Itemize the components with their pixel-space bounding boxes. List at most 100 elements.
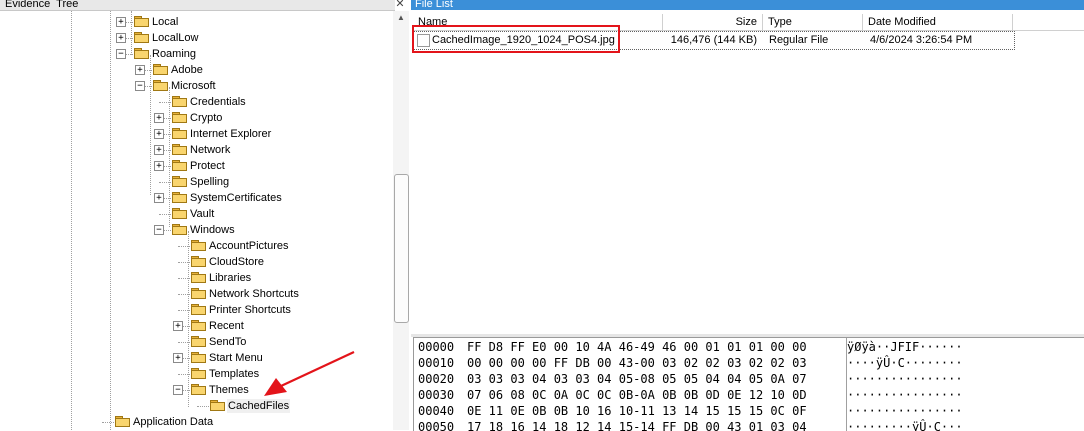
collapse-icon[interactable]: − xyxy=(173,385,183,395)
tree-scrollbar-thumb[interactable] xyxy=(394,174,409,323)
tree-scrollbar[interactable]: ▲ xyxy=(393,11,409,430)
expand-icon[interactable]: + xyxy=(116,17,126,27)
tree-node-label: Themes xyxy=(209,384,249,396)
expand-icon[interactable]: + xyxy=(154,193,164,203)
hex-offset: 00050 xyxy=(418,420,455,431)
tree-node-cachedfiles[interactable]: CachedFiles xyxy=(197,398,411,414)
hex-bytes: 00 00 00 00 FF DB 00 43-00 03 02 02 03 0… xyxy=(467,356,807,370)
folder-icon xyxy=(191,288,206,299)
tree-node-protect[interactable]: + Protect xyxy=(154,158,411,174)
tree-node-systemcertificates[interactable]: + SystemCertificates xyxy=(154,190,411,206)
tree-node-label: Adobe xyxy=(171,64,203,76)
folder-icon xyxy=(172,176,187,187)
hex-bytes: 03 03 03 04 03 03 04 05-08 05 05 04 04 0… xyxy=(467,372,807,386)
hex-row[interactable]: 00050 17 18 16 14 18 12 14 15-14 FF DB 00… xyxy=(414,419,1084,431)
hex-row[interactable]: 00040 0E 11 0E 0B 0B 10 16 10-11 13 14 15… xyxy=(414,403,1084,419)
tree-connector xyxy=(178,294,190,295)
tree-node-label: Crypto xyxy=(190,112,223,124)
evidence-tree-pane: Evidence Tree ✕ + Local + LocalLow − Roaming +… xyxy=(0,0,411,430)
tree-node-label: Printer Shortcuts xyxy=(209,304,291,316)
folder-icon xyxy=(134,48,149,59)
tree-node-crypto[interactable]: + Crypto xyxy=(154,110,411,126)
expand-icon[interactable]: + xyxy=(154,161,164,171)
folder-icon xyxy=(191,320,206,331)
column-header-date-modified[interactable]: Date Modified xyxy=(863,14,1013,30)
folder-icon xyxy=(172,128,187,139)
tree-node-label: AccountPictures xyxy=(209,240,289,252)
hex-row[interactable]: 00020 03 03 03 04 03 03 04 05-08 05 05 04… xyxy=(414,371,1084,387)
tree-node-accountpictures[interactable]: AccountPictures xyxy=(178,238,411,254)
tree-node-label: Credentials xyxy=(190,96,246,108)
tree-node-start-menu[interactable]: + Start Menu xyxy=(173,350,411,366)
tree-node-themes[interactable]: − Themes xyxy=(173,382,411,398)
tree-node-roaming[interactable]: − Roaming xyxy=(116,46,381,62)
tree-node-label: Vault xyxy=(190,208,215,220)
tree-node-templates[interactable]: Templates xyxy=(178,366,411,382)
tree-node-microsoft[interactable]: − Microsoft xyxy=(135,78,400,94)
collapse-icon[interactable]: − xyxy=(154,225,164,235)
hex-bytes: FF D8 FF E0 00 10 4A 46-49 46 00 01 01 0… xyxy=(467,340,807,354)
collapse-icon[interactable]: − xyxy=(116,49,126,59)
tree-node-label: Internet Explorer xyxy=(190,128,272,140)
tree-node-label: Application Data xyxy=(133,416,214,428)
tree-node-label: Protect xyxy=(190,160,225,172)
tree-node-recent[interactable]: + Recent xyxy=(173,318,411,334)
tree-node-adobe[interactable]: + Adobe xyxy=(135,62,400,78)
folder-icon xyxy=(191,352,206,363)
folder-icon xyxy=(153,80,168,91)
tree-node-label: Libraries xyxy=(209,272,252,284)
folder-icon xyxy=(172,224,187,235)
hex-bytes: 0E 11 0E 0B 0B 10 16 10-11 13 14 15 15 1… xyxy=(467,404,807,418)
scroll-up-arrow-icon[interactable]: ▲ xyxy=(393,11,409,25)
column-header-type[interactable]: Type xyxy=(763,14,863,30)
tree-node-credentials[interactable]: Credentials xyxy=(159,94,411,110)
folder-icon xyxy=(191,272,206,283)
file-size: 146,476 (144 KB) xyxy=(670,34,757,46)
tree-node-libraries[interactable]: Libraries xyxy=(178,270,411,286)
tree-node-internet-explorer[interactable]: + Internet Explorer xyxy=(154,126,411,142)
tree-node-cloudstore[interactable]: CloudStore xyxy=(178,254,411,270)
folder-icon xyxy=(153,64,168,75)
folder-icon xyxy=(210,400,225,411)
expand-icon[interactable]: + xyxy=(173,353,183,363)
hex-row[interactable]: 00000 FF D8 FF E0 00 10 4A 46-49 46 00 01… xyxy=(414,339,1084,355)
tree-node-vault[interactable]: Vault xyxy=(159,206,411,222)
tree-node-network-shortcuts[interactable]: Network Shortcuts xyxy=(178,286,411,302)
tree-node-locallow[interactable]: + LocalLow xyxy=(116,30,381,46)
tree-node-sendto[interactable]: SendTo xyxy=(178,334,411,350)
tree-node-application-data[interactable]: Application Data xyxy=(102,414,362,430)
expand-icon[interactable]: + xyxy=(135,65,145,75)
tree-node-local[interactable]: + Local xyxy=(116,14,381,30)
hex-row[interactable]: 00010 00 00 00 00 FF DB 00 43-00 03 02 02… xyxy=(414,355,1084,371)
file-date-modified: 4/6/2024 3:26:54 PM xyxy=(870,34,973,46)
collapse-icon[interactable]: − xyxy=(135,81,145,91)
tree-connector xyxy=(159,182,171,183)
hex-bytes: 07 06 08 0C 0A 0C 0C 0B-0A 0B 0B 0D 0E 1… xyxy=(467,388,807,402)
expand-icon[interactable]: + xyxy=(154,145,164,155)
tree-node-printer-shortcuts[interactable]: Printer Shortcuts xyxy=(178,302,411,318)
tree-node-label: SystemCertificates xyxy=(190,192,282,204)
evidence-tree-header: Evidence Tree ✕ xyxy=(0,0,405,11)
tree-connector xyxy=(178,262,190,263)
hex-row[interactable]: 00030 07 06 08 0C 0A 0C 0C 0B-0A 0B 0B 0D… xyxy=(414,387,1084,403)
folder-icon xyxy=(191,384,206,395)
tree-node-windows[interactable]: − Windows xyxy=(154,222,411,238)
expand-icon[interactable]: + xyxy=(154,129,164,139)
tree-node-label: Recent xyxy=(209,320,244,332)
tree-connector xyxy=(178,374,190,375)
hex-view[interactable]: 00000 FF D8 FF E0 00 10 4A 46-49 46 00 01… xyxy=(413,337,1084,431)
tree-node-label: SendTo xyxy=(209,336,247,348)
hex-offset: 00020 xyxy=(418,372,455,386)
tree-node-network[interactable]: + Network xyxy=(154,142,411,158)
hex-offset: 00000 xyxy=(418,340,455,354)
tree-node-spelling[interactable]: Spelling xyxy=(159,174,411,190)
tree-guide-line xyxy=(110,11,111,430)
hex-ascii: ·········ÿÛ·C··· xyxy=(847,420,963,431)
expand-icon[interactable]: + xyxy=(154,113,164,123)
column-header-size[interactable]: Size xyxy=(663,14,763,30)
close-icon[interactable]: ✕ xyxy=(394,0,406,10)
expand-icon[interactable]: + xyxy=(116,33,126,43)
folder-icon xyxy=(172,160,187,171)
folder-icon xyxy=(172,96,187,107)
expand-icon[interactable]: + xyxy=(173,321,183,331)
